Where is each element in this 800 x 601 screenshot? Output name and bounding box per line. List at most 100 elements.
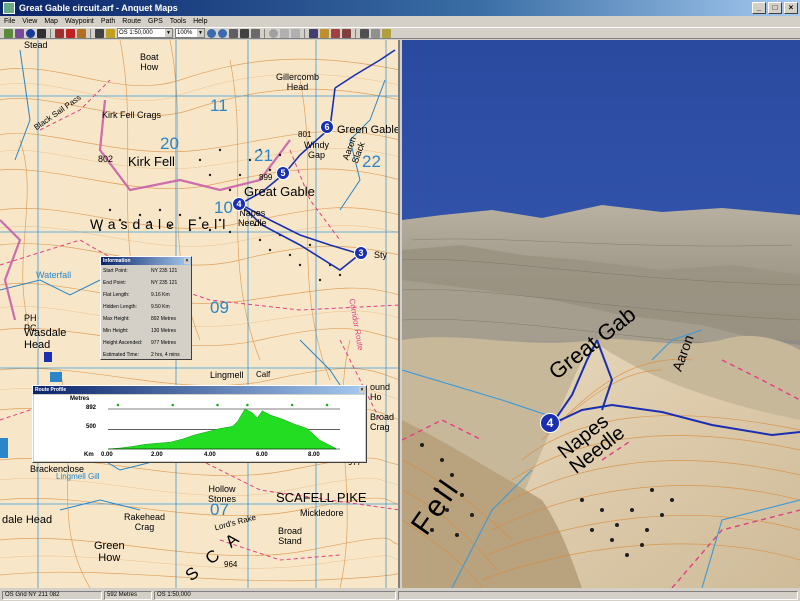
window-title: Great Gable circuit.arf - Anquet Maps xyxy=(19,3,178,13)
info-row: Min Height: 130 Metres xyxy=(103,328,177,334)
menu-file[interactable]: File xyxy=(2,18,20,25)
info-row: Start Point: NY 235 121 xyxy=(103,268,178,274)
label-green-gable: Green Gable xyxy=(337,124,400,136)
label-lingmell-gill: Lingmell Gill xyxy=(56,472,100,481)
profile-plot xyxy=(107,403,340,450)
send-icon[interactable] xyxy=(280,28,289,38)
grid-number-11: 11 xyxy=(210,96,228,115)
route-icon[interactable] xyxy=(331,28,340,38)
map-icon[interactable] xyxy=(4,28,13,38)
chevron-down-icon: ▼ xyxy=(197,29,204,37)
gps-icon[interactable] xyxy=(269,28,278,38)
pencil-icon[interactable] xyxy=(106,28,115,38)
find-icon[interactable] xyxy=(229,28,238,38)
info-row: Flat Length: 9.16 Km xyxy=(103,292,170,298)
status-height: 592 Metres xyxy=(104,591,152,600)
minimize-button[interactable]: _ xyxy=(752,2,766,14)
info-row: Hidden Length: 9.50 Km xyxy=(103,304,170,310)
close-button[interactable]: × xyxy=(784,2,798,14)
info-row: Estimated Time: 2 hrs, 4 mins xyxy=(103,352,180,358)
map-view[interactable]: Stead Boat How Gillercomb Head Kirk Fell… xyxy=(0,40,400,588)
close-icon[interactable]: × xyxy=(359,387,365,393)
3d-terrain[interactable] xyxy=(402,40,800,588)
help-icon[interactable] xyxy=(382,28,391,38)
close-icon[interactable]: × xyxy=(184,258,190,264)
zoom-out-icon[interactable] xyxy=(218,28,227,38)
waypoint-4[interactable]: 4 xyxy=(232,197,246,211)
pan-icon[interactable] xyxy=(251,28,260,38)
label-wasdale-fell: Wasdale Fell xyxy=(90,216,231,232)
photo-icon[interactable] xyxy=(15,28,24,38)
edit-icon[interactable] xyxy=(360,28,369,38)
menu-path[interactable]: Path xyxy=(99,18,120,25)
label-lingmell: Lingmell xyxy=(210,370,244,380)
info-icon[interactable] xyxy=(26,28,35,38)
grid-number-09: 09 xyxy=(210,298,229,317)
info-estimated-time: 2 hrs, 4 mins xyxy=(151,352,180,358)
menu-map[interactable]: Map xyxy=(42,18,63,25)
tools-icon[interactable] xyxy=(342,28,351,38)
info-hidden-length: 9.50 Km xyxy=(151,304,170,310)
info-flat-length: 9.16 Km xyxy=(151,292,170,298)
toolbar: OS 1:50,000 ▼ 100% ▼ xyxy=(0,27,800,39)
title-bar: Great Gable circuit.arf - Anquet Maps _ … xyxy=(0,0,800,16)
label-boat-how: Boat How xyxy=(140,52,159,72)
menu-gps[interactable]: GPS xyxy=(146,18,168,25)
profile-waypoint-dot xyxy=(246,403,249,407)
3d-waypoint-4[interactable]: 4 xyxy=(540,413,560,433)
zoom-in-icon[interactable] xyxy=(207,28,216,38)
map-scale-select[interactable]: OS 1:50,000 ▼ xyxy=(117,28,173,38)
info-end-point: NY 235 121 xyxy=(151,280,178,286)
grid-number-21: 21 xyxy=(254,146,273,165)
pin-icon[interactable] xyxy=(77,28,86,38)
print-icon[interactable] xyxy=(37,28,46,38)
route-profile-chart-area[interactable]: Metres 892 500 Km 0.00 2.00 4.00 6.00 8.… xyxy=(34,395,365,461)
waypoint-5[interactable]: 5 xyxy=(276,166,290,180)
zoom-select[interactable]: 100% ▼ xyxy=(175,28,205,38)
binoculars-icon[interactable] xyxy=(95,28,104,38)
map-canvas[interactable] xyxy=(0,40,400,588)
menu-bar: File View Map Waypoint Path Route GPS To… xyxy=(0,16,800,27)
info-height-ascended: 977 Metres xyxy=(151,340,177,346)
profile-waypoint-dot xyxy=(116,403,120,407)
waypoint-3[interactable]: 3 xyxy=(354,246,368,260)
label-waterfall: Waterfall xyxy=(36,270,72,280)
3d-view[interactable]: Great Gab Aaron Napes Needle Fell 4 xyxy=(402,40,800,588)
info-max-height: 892 Metres xyxy=(151,316,177,322)
information-dialog[interactable]: Information × Start Point: NY 235 121 End… xyxy=(100,256,192,360)
menu-view[interactable]: View xyxy=(20,18,42,25)
menu-help[interactable]: Help xyxy=(191,18,212,25)
info-start-point: NY 235 121 xyxy=(151,268,178,274)
label-napes-needle: Napes Needle xyxy=(238,208,267,228)
label-windy-gap: Windy Gap xyxy=(304,140,330,160)
label-rakehead-crag: Rakehead Crag xyxy=(124,512,166,532)
menu-route[interactable]: Route xyxy=(120,18,146,25)
label-calf: Calf xyxy=(256,370,271,379)
record-icon[interactable] xyxy=(55,28,64,38)
info-min-height: 130 Metres xyxy=(151,328,177,334)
menu-tools[interactable]: Tools xyxy=(168,18,191,25)
copy-icon[interactable] xyxy=(371,28,380,38)
waypoint-6[interactable]: 6 xyxy=(320,120,334,134)
route-profile-title[interactable]: Route Profile × xyxy=(33,386,366,394)
information-dialog-title[interactable]: Information × xyxy=(101,257,191,265)
save-icon[interactable] xyxy=(309,28,318,38)
label-height-899: 899 xyxy=(259,173,273,182)
menu-waypoint[interactable]: Waypoint xyxy=(63,18,99,25)
delete-icon[interactable] xyxy=(66,28,75,38)
label-broad-stand: Broad Stand xyxy=(278,526,303,546)
maximize-button[interactable]: □ xyxy=(768,2,782,14)
chevron-down-icon: ▼ xyxy=(165,29,172,37)
status-empty xyxy=(398,591,798,600)
label-kirk-fell-crags: Kirk Fell Crags xyxy=(102,110,162,120)
grid-number-22: 22 xyxy=(362,152,381,171)
info-row: Height Ascended: 977 Metres xyxy=(103,340,177,346)
open-icon[interactable] xyxy=(320,28,329,38)
route-profile-dialog[interactable]: Route Profile × Metres 892 500 Km 0.00 2… xyxy=(32,385,367,463)
undo-icon[interactable] xyxy=(291,28,300,38)
grid-number-07: 07 xyxy=(210,500,229,519)
cross-icon[interactable] xyxy=(240,28,249,38)
app-icon xyxy=(3,2,15,14)
info-row: End Point: NY 235 121 xyxy=(103,280,178,286)
profile-waypoint-dot xyxy=(171,403,175,407)
